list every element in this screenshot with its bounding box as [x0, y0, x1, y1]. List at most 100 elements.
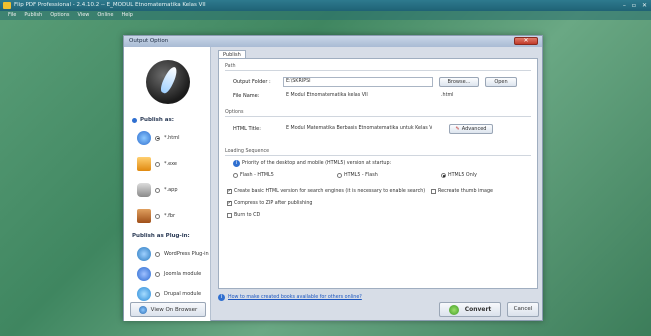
wordpress-option-label: WordPress Plug-in [164, 251, 209, 257]
menu-online[interactable]: Online [97, 11, 113, 20]
maximize-icon[interactable]: ▫ [632, 1, 636, 10]
plugin-option-joomla[interactable]: Joomla module [137, 267, 201, 281]
plugin-option-wordpress[interactable]: WordPress Plug-in [137, 247, 209, 261]
app-radio[interactable] [155, 187, 160, 193]
options-group: Options [225, 110, 531, 117]
burn-cd-checkbox[interactable] [227, 213, 232, 218]
loading-sequence-title: Loading Sequence [225, 149, 270, 154]
publish-settings-panel: Publish Path Output Folder : E:\SKRIPSI … [212, 47, 543, 321]
output-folder-label: Output Folder : [233, 79, 271, 85]
burn-cd-label: Burn to CD [234, 213, 261, 218]
exe-radio[interactable] [155, 161, 160, 167]
close-icon[interactable]: ✕ [642, 1, 647, 10]
convert-label: Convert [464, 306, 492, 313]
exe-option-label: *.exe [164, 161, 177, 167]
loading-choice-html5-flash[interactable]: HTML5 - Flash [337, 173, 378, 178]
create-basic-html-check[interactable]: Create basic HTML version for search eng… [227, 188, 426, 194]
html-title-label: HTML Title: [233, 126, 261, 132]
app-title: Flip PDF Professional - 2.4.10.2 -- E_MO… [14, 2, 206, 8]
plugin-header: Publish as Plug-in: [132, 233, 190, 239]
create-basic-html-label: Create basic HTML version for search eng… [234, 189, 426, 194]
publish-option-fbr[interactable]: *.fbr [137, 209, 175, 223]
exe-box-icon [137, 157, 151, 171]
menu-view[interactable]: View [78, 11, 90, 20]
html5-flash-label: HTML5 - Flash [344, 173, 378, 178]
output-option-dialog: Output Option ✕ Publish as: *.html *.exe… [123, 35, 543, 321]
window-controls: – ▫ ✕ [623, 1, 647, 10]
plugin-header-label: Publish as Plug-in: [132, 233, 190, 239]
convert-button[interactable]: Convert [439, 302, 501, 317]
advanced-icon: ✎ [455, 126, 460, 132]
joomla-option-label: Joomla module [164, 271, 202, 277]
app-logo-icon [3, 2, 11, 9]
fbr-book-icon [137, 209, 151, 223]
help-info-icon: i [218, 293, 225, 301]
menu-publish[interactable]: Publish [24, 11, 42, 20]
recreate-thumb-check[interactable]: Recreate thumb image [431, 189, 493, 194]
app-titlebar: Flip PDF Professional - 2.4.10.2 -- E_MO… [0, 0, 651, 11]
fbr-option-label: *.fbr [164, 213, 176, 219]
globe-icon [138, 305, 147, 314]
minimize-icon[interactable]: – [623, 1, 626, 10]
file-name-label: File Name: [233, 93, 260, 99]
publish-as-label: Publish as: [140, 117, 174, 123]
drupal-radio[interactable] [155, 291, 160, 297]
publish-option-app[interactable]: *.app [137, 183, 178, 197]
view-on-browser-button[interactable]: View On Browser [130, 302, 206, 317]
options-group-title: Options [225, 110, 244, 115]
flash-html5-radio[interactable] [233, 173, 238, 178]
app-option-label: *.app [164, 187, 178, 193]
fbr-radio[interactable] [155, 213, 160, 219]
cancel-button[interactable]: Cancel [507, 302, 539, 317]
html-globe-icon [137, 131, 151, 145]
publish-as-dot-icon [132, 117, 137, 123]
convert-arrow-icon [448, 304, 459, 315]
loading-choice-flash-html5[interactable]: Flash - HTML5 [233, 173, 274, 178]
priority-text: i Priority of the desktop and mobile (HT… [233, 160, 391, 167]
recreate-thumb-label: Recreate thumb image [438, 189, 493, 194]
html-title-input[interactable]: E Modul Matematika Berbasis Etnomatemati… [283, 124, 433, 134]
joomla-icon [137, 267, 151, 281]
html5-flash-radio[interactable] [337, 173, 342, 178]
dialog-close-button[interactable]: ✕ [514, 37, 538, 45]
drupal-option-label: Drupal module [164, 291, 202, 297]
dialog-actions: Convert Cancel [439, 302, 539, 317]
compress-zip-checkbox[interactable] [227, 200, 232, 206]
wordpress-radio[interactable] [155, 251, 160, 257]
compress-zip-label: Compress to ZIP after publishing [234, 201, 313, 206]
loading-choice-html5-only[interactable]: HTML5 Only [441, 173, 477, 178]
publish-tab-page: Path Output Folder : E:\SKRIPSI Browse..… [218, 58, 538, 289]
open-button[interactable]: Open [485, 77, 517, 87]
joomla-radio[interactable] [155, 271, 160, 277]
burn-cd-check[interactable]: Burn to CD [227, 213, 260, 218]
output-folder-input[interactable]: E:\SKRIPSI [283, 77, 433, 87]
html5-only-label: HTML5 Only [448, 173, 477, 178]
info-bar: i How to make created books available fo… [218, 292, 538, 302]
flip-logo-icon [146, 60, 190, 104]
menu-file[interactable]: File [8, 11, 16, 20]
dialog-titlebar: Output Option ✕ [124, 36, 542, 47]
create-basic-html-checkbox[interactable] [227, 188, 232, 194]
priority-text-label: Priority of the desktop and mobile (HTML… [242, 161, 392, 166]
path-group-title: Path [225, 64, 236, 69]
html5-only-radio[interactable] [441, 173, 446, 178]
publish-option-exe[interactable]: *.exe [137, 157, 177, 171]
flash-html5-label: Flash - HTML5 [240, 173, 274, 178]
menu-options[interactable]: Options [50, 11, 69, 20]
browse-button[interactable]: Browse... [439, 77, 479, 87]
dialog-title: Output Option [129, 38, 169, 44]
publish-type-panel: Publish as: *.html *.exe *.app *.fbr Pub… [124, 47, 211, 321]
online-help-link[interactable]: How to make created books available for … [228, 295, 362, 300]
plugin-option-drupal[interactable]: Drupal module [137, 287, 201, 301]
menu-help[interactable]: Help [122, 11, 133, 20]
compress-zip-check[interactable]: Compress to ZIP after publishing [227, 200, 313, 206]
publish-option-html[interactable]: *.html [137, 131, 179, 145]
view-on-browser-label: View On Browser [150, 306, 198, 313]
loading-sequence-group: Loading Sequence [225, 149, 531, 156]
advanced-button[interactable]: ✎ Advanced [449, 124, 493, 134]
app-menubar: File Publish Options View Online Help [0, 11, 651, 20]
recreate-thumb-checkbox[interactable] [431, 189, 436, 194]
file-name-input[interactable]: E Modul Etnomatematika kelas VII [283, 91, 433, 101]
html-radio[interactable] [155, 135, 160, 141]
publish-as-header: Publish as: [132, 117, 174, 123]
